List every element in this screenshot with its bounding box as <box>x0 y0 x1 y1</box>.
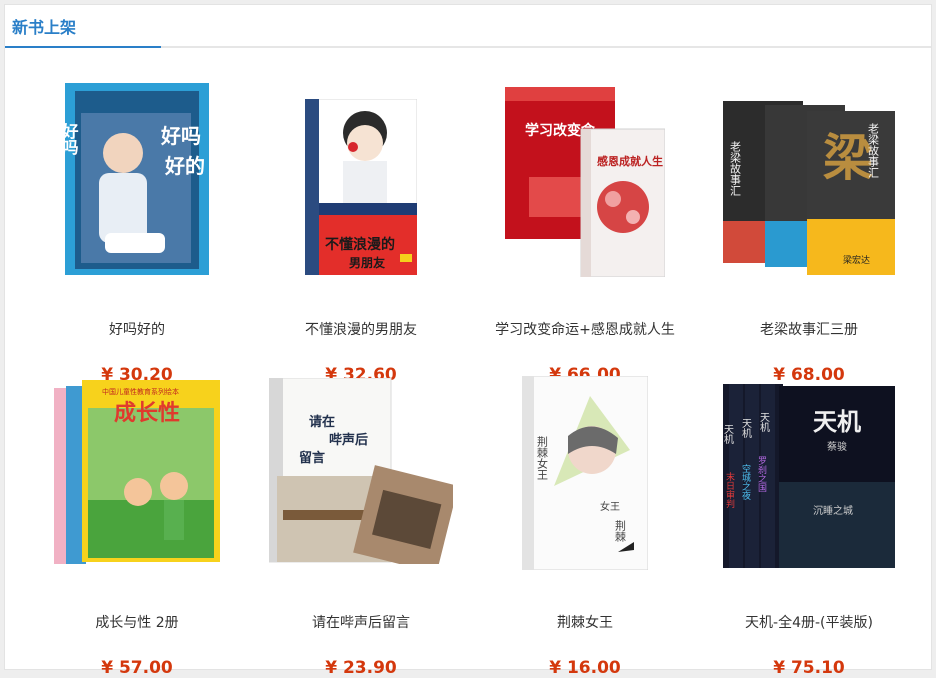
book-price: ¥ 75.10 <box>773 658 845 678</box>
book-cover-image[interactable]: 好吗 好吗 好的 <box>65 83 209 275</box>
section-title: 新书上架 <box>12 18 77 37</box>
svg-text:中国儿童性教育系列绘本: 中国儿童性教育系列绘本 <box>102 387 179 396</box>
svg-text:天机: 天机 <box>723 424 734 445</box>
svg-text:好吗: 好吗 <box>65 123 80 156</box>
svg-text:蔡骏: 蔡骏 <box>827 440 847 453</box>
svg-text:天机: 天机 <box>740 418 752 439</box>
book-title[interactable]: 请在哔声后留言 <box>269 612 453 634</box>
book-item[interactable]: 学习改变命 感恩成就人生 学习改变命运+感恩成就人生 ¥ 66.00 <box>473 83 697 385</box>
book-item[interactable]: 好吗 好吗 好的 好吗好的 ¥ 30.20 <box>25 83 249 385</box>
book-item[interactable]: 请在 哔声后 留言 请在哔声后留言 ¥ 23.90 <box>249 376 473 678</box>
book-title[interactable]: 好吗好的 <box>45 319 229 341</box>
book-price: ¥ 23.90 <box>325 658 397 678</box>
book-title[interactable]: 老梁故事汇三册 <box>717 319 901 341</box>
svg-text:空城之夜: 空城之夜 <box>740 463 751 501</box>
book-title[interactable]: 荆棘女王 <box>493 612 677 634</box>
svg-text:罗刹之国: 罗刹之国 <box>756 456 767 493</box>
book-price: ¥ 57.00 <box>101 658 173 678</box>
svg-text:感恩成就人生: 感恩成就人生 <box>597 154 663 168</box>
book-cover-image[interactable]: 不懂浪漫的 男朋友 <box>305 99 417 275</box>
book-cover-image[interactable]: 学习改变命 感恩成就人生 <box>505 87 665 277</box>
svg-text:好吗: 好吗 <box>160 124 201 148</box>
svg-text:不懂浪漫的: 不懂浪漫的 <box>325 236 395 253</box>
book-cover-image[interactable]: 成长性 中国儿童性教育系列绘本 <box>54 380 220 566</box>
new-books-panel: 新书上架 好吗 好吗 好的 好吗好的 ¥ 30.20 不懂浪漫的 男朋友 不懂浪… <box>4 4 932 678</box>
svg-text:请在: 请在 <box>309 414 335 430</box>
section-header: 新书上架 <box>5 5 931 48</box>
book-title[interactable]: 不懂浪漫的男朋友 <box>269 319 453 341</box>
svg-text:沉睡之城: 沉睡之城 <box>813 504 853 517</box>
book-item[interactable]: 荆棘女王 荆棘 女王 荆棘女王 ¥ 16.00 <box>473 376 697 678</box>
svg-text:天机: 天机 <box>758 412 770 433</box>
book-cover-image[interactable]: 天机 蔡骏 天机 天机 天机 末日审判 空城之夜 罗刹之国 沉睡之城 <box>723 384 895 568</box>
book-item[interactable]: 成长性 中国儿童性教育系列绘本 成长与性 2册 ¥ 57.00 <box>25 376 249 678</box>
svg-text:老梁故事汇: 老梁故事汇 <box>729 141 742 196</box>
svg-text:梁: 梁 <box>823 129 873 187</box>
book-cover-image[interactable]: 请在 哔声后 留言 <box>269 378 453 564</box>
svg-text:留言: 留言 <box>299 450 325 466</box>
book-item[interactable]: 不懂浪漫的 男朋友 不懂浪漫的男朋友 ¥ 32.60 <box>249 83 473 385</box>
svg-text:男朋友: 男朋友 <box>349 255 385 270</box>
book-title[interactable]: 天机-全4册-(平装版) <box>717 612 901 634</box>
svg-text:老梁故事汇: 老梁故事汇 <box>867 123 880 178</box>
svg-text:女王: 女王 <box>600 500 620 513</box>
svg-text:哔声后: 哔声后 <box>329 432 368 448</box>
book-item[interactable]: 梁 老梁故事汇 老梁故事汇 梁宏达 老梁故事汇三册 ¥ 68.00 <box>697 83 921 385</box>
book-price: ¥ 16.00 <box>549 658 621 678</box>
book-cover-image[interactable]: 梁 老梁故事汇 老梁故事汇 梁宏达 <box>723 101 895 275</box>
book-cover-image[interactable]: 荆棘女王 荆棘 女王 <box>522 376 648 570</box>
svg-text:天机: 天机 <box>813 408 861 436</box>
svg-text:荆棘: 荆棘 <box>614 520 627 543</box>
book-title[interactable]: 成长与性 2册 <box>45 612 229 634</box>
svg-text:成长性: 成长性 <box>114 401 180 426</box>
svg-text:末日审判: 末日审判 <box>724 471 735 509</box>
svg-text:好的: 好的 <box>164 154 205 178</box>
svg-text:梁宏达: 梁宏达 <box>843 254 870 266</box>
section-title-underline <box>5 46 161 48</box>
book-item[interactable]: 天机 蔡骏 天机 天机 天机 末日审判 空城之夜 罗刹之国 沉睡之城 天机-全4… <box>697 376 921 678</box>
svg-text:荆棘女王: 荆棘女王 <box>536 436 549 480</box>
book-title[interactable]: 学习改变命运+感恩成就人生 <box>493 319 677 341</box>
